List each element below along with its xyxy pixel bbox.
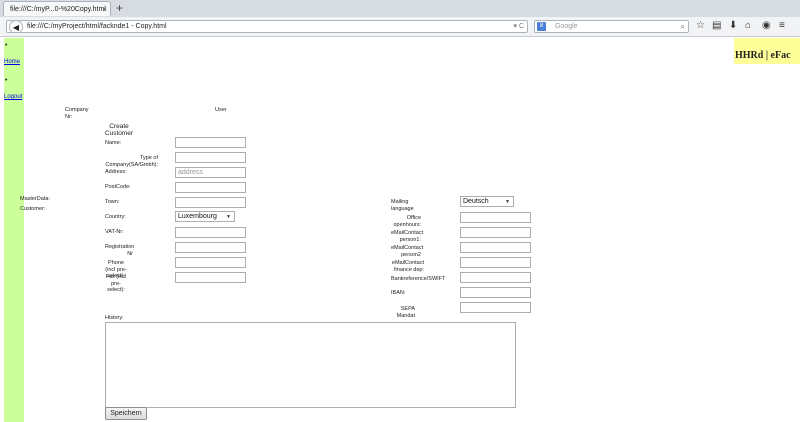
contact-finance-field[interactable] [460, 257, 531, 268]
navigation-bar: ◀ file:///C:/myProject/html/facknde1 - C… [0, 17, 800, 37]
country-select[interactable]: Luxembourg ▼ [175, 211, 235, 222]
nav-home-link[interactable]: Home [4, 59, 20, 65]
iban-field[interactable] [460, 287, 531, 298]
chevron-down-icon: ▼ [505, 199, 510, 205]
sepa-label: SEPA Mandat [396, 306, 415, 319]
url-text: file:///C:/myProject/html/facknde1 - Cop… [27, 23, 167, 30]
address-field[interactable]: address [175, 167, 246, 178]
browser-tab[interactable]: file:///C:/myP...0-%20Copy.html × [3, 1, 111, 16]
phone-field[interactable] [175, 257, 246, 268]
fax-label: Fax (incl pre-select): [105, 274, 127, 293]
create-customer-heading: Create Customer [104, 123, 134, 137]
tab-title: file:///C:/myP...0-%20Copy.html [10, 6, 106, 13]
contact2-label: eMailContact person2 [391, 245, 424, 258]
town-label: Town: [105, 199, 120, 205]
search-engine-icon[interactable]: 8 [537, 22, 546, 31]
menu-icon[interactable]: ≡ [779, 19, 785, 33]
fax-field[interactable] [175, 272, 246, 283]
postcode-label: PostCode: [105, 184, 131, 190]
history-textarea[interactable] [105, 322, 516, 408]
sepa-field[interactable] [460, 302, 531, 313]
vat-field[interactable] [175, 227, 246, 238]
chat-icon[interactable]: ◉ [762, 19, 771, 33]
office-hours-label: Office openhours: [393, 215, 421, 228]
registration-label: Registration Nr [105, 244, 135, 257]
search-input[interactable]: 8 Google ⌕ [534, 20, 689, 33]
user-label: User [215, 107, 227, 113]
bank-ref-field[interactable] [460, 272, 531, 283]
contact1-label: eMailContact person1: [391, 230, 424, 243]
bank-ref-label: Bankreference/SWIFT [391, 276, 446, 282]
name-field[interactable] [175, 137, 246, 148]
address-label: Address: [105, 169, 127, 175]
iban-label: IBAN: [391, 290, 406, 296]
company-nr-label: Company Nr: [65, 107, 89, 120]
tab-close-icon[interactable]: × [102, 2, 107, 16]
home-icon[interactable]: ⌂ [745, 19, 751, 33]
nav-logout-link[interactable]: Logout [4, 94, 22, 100]
mailing-language-label: Mailing language [391, 199, 414, 212]
contact2-field[interactable] [460, 242, 531, 253]
name-label: Name: [105, 140, 122, 146]
brand-title: HHRd | eFac [735, 50, 791, 61]
tab-strip: file:///C:/myP...0-%20Copy.html × + [0, 0, 800, 18]
list-bullet: • [5, 77, 8, 84]
back-arrow-icon[interactable]: ◀ [9, 21, 23, 32]
list-bullet: • [5, 42, 8, 49]
vat-label: VAT-Nr: [105, 229, 124, 235]
reload-icon[interactable]: ▾ C [513, 21, 524, 32]
contact1-field[interactable] [460, 227, 531, 238]
save-button[interactable]: Speichern [105, 407, 147, 420]
office-hours-field[interactable] [460, 212, 531, 223]
masterdata-label: MasterData: [20, 196, 50, 202]
company-type-label: Type of Company(SA/Gmbh): [105, 155, 158, 168]
town-field[interactable] [175, 197, 246, 208]
company-type-field[interactable] [175, 152, 246, 163]
reading-list-icon[interactable]: ▤ [712, 19, 721, 33]
search-icon[interactable]: ⌕ [681, 21, 685, 33]
history-label: History: [105, 315, 124, 321]
registration-field[interactable] [175, 242, 246, 253]
country-label: Country: [105, 214, 126, 220]
contact-finance-label: eMailContact finance dep: [391, 260, 424, 273]
search-placeholder: Google [555, 23, 578, 30]
chevron-down-icon: ▼ [226, 214, 231, 220]
country-value: Luxembourg [178, 213, 217, 220]
customer-label: Customer: [20, 206, 46, 212]
mailing-language-select[interactable]: Deutsch ▼ [460, 196, 514, 207]
url-bar[interactable]: ◀ file:///C:/myProject/html/facknde1 - C… [6, 20, 528, 33]
new-tab-icon[interactable]: + [116, 1, 123, 16]
star-icon[interactable]: ☆ [696, 19, 705, 33]
mailing-language-value: Deutsch [463, 198, 489, 205]
download-icon[interactable]: ⬇ [729, 19, 737, 33]
postcode-field[interactable] [175, 182, 246, 193]
